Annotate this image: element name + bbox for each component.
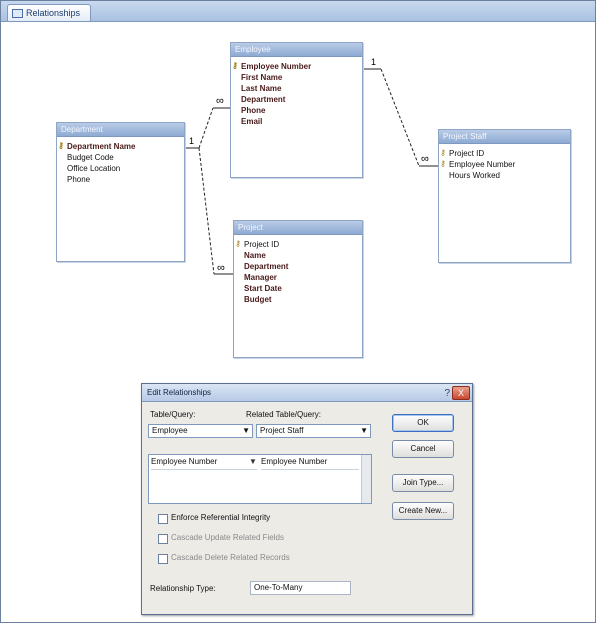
dialog-title-bar[interactable]: Edit Relationships ? X <box>142 384 472 402</box>
field-employee-number[interactable]: ⚷ Employee Number <box>232 61 358 72</box>
field-phone[interactable]: Phone <box>241 105 358 116</box>
checkbox-box <box>158 514 168 524</box>
field-first-name[interactable]: First Name <box>241 72 358 83</box>
field-list: ⚷ Department Name Budget Code Office Loca… <box>57 137 184 185</box>
tab-relationships[interactable]: Relationships <box>7 4 92 21</box>
field-phone[interactable]: Phone <box>67 174 180 185</box>
table-department[interactable]: Department ⚷ Department Name Budget Code … <box>56 122 185 262</box>
cancel-button[interactable]: Cancel <box>392 440 454 458</box>
field-last-name[interactable]: Last Name <box>241 83 358 94</box>
rel-many-marker: ∞ <box>421 153 429 165</box>
field-manager[interactable]: Manager <box>244 272 358 283</box>
field-hours-worked[interactable]: Hours Worked <box>449 170 566 181</box>
key-icon: ⚷ <box>232 61 238 70</box>
document-tab-bar: Relationships <box>1 1 595 22</box>
field-office-location[interactable]: Office Location <box>67 163 180 174</box>
table-title[interactable]: Project Staff <box>439 130 570 144</box>
edit-relationships-dialog: Edit Relationships ? X Table/Query: Rela… <box>141 383 473 615</box>
table-project-staff[interactable]: Project Staff ⚷ Project ID ⚷ Employee Numb… <box>438 129 571 263</box>
field-department-name[interactable]: ⚷ Department Name <box>58 141 180 152</box>
field-mapping-grid[interactable]: Employee Number ▼ Employee Number <box>148 454 372 504</box>
create-new-button[interactable]: Create New... <box>392 502 454 520</box>
table-query-select[interactable]: Employee ▼ <box>148 424 253 438</box>
chevron-down-icon: ▼ <box>242 426 250 435</box>
enforce-integrity-checkbox[interactable]: Enforce Referential Integrity <box>158 512 270 524</box>
chevron-down-icon[interactable]: ▼ <box>249 455 257 470</box>
field-project-id[interactable]: ⚷ Project ID <box>440 148 566 159</box>
tab-label: Relationships <box>26 8 81 18</box>
key-icon: ⚷ <box>235 239 241 248</box>
relationships-icon <box>12 9 23 18</box>
key-icon: ⚷ <box>440 159 446 168</box>
cascade-delete-checkbox[interactable]: Cascade Delete Related Records <box>158 552 290 564</box>
chevron-down-icon: ▼ <box>360 426 368 435</box>
key-icon: ⚷ <box>58 141 64 150</box>
cascade-update-checkbox[interactable]: Cascade Update Related Fields <box>158 532 284 544</box>
field-email[interactable]: Email <box>241 116 358 127</box>
table-query-label: Table/Query: <box>150 410 196 419</box>
field-employee-number[interactable]: ⚷ Employee Number <box>440 159 566 170</box>
related-table-query-label: Related Table/Query: <box>246 410 322 419</box>
help-icon[interactable]: ? <box>444 385 450 402</box>
field-start-date[interactable]: Start Date <box>244 283 358 294</box>
rel-one-marker: 1 <box>189 136 194 146</box>
table-employee[interactable]: Employee ⚷ Employee Number First Name Las… <box>230 42 363 178</box>
rel-many-marker: ∞ <box>216 95 224 107</box>
grid-scrollbar[interactable] <box>361 455 371 503</box>
grid-left-field[interactable]: Employee Number <box>151 455 251 470</box>
relationship-type-label: Relationship Type: <box>150 584 216 593</box>
checkbox-box <box>158 554 168 564</box>
field-list: ⚷ Employee Number First Name Last Name De… <box>231 57 362 127</box>
grid-right-field[interactable]: Employee Number <box>261 455 359 470</box>
rel-line-dept-emp-b <box>198 107 214 149</box>
close-button[interactable]: X <box>452 386 470 400</box>
dialog-title: Edit Relationships <box>147 388 212 397</box>
field-department[interactable]: Department <box>241 94 358 105</box>
field-list: ⚷ Project ID Name Department Manager Star… <box>234 235 362 305</box>
rel-line-dept-proj-a <box>198 147 215 275</box>
table-title[interactable]: Department <box>57 123 184 137</box>
field-name[interactable]: Name <box>244 250 358 261</box>
table-title[interactable]: Employee <box>231 43 362 57</box>
ok-button[interactable]: OK <box>392 414 454 432</box>
field-list: ⚷ Project ID ⚷ Employee Number Hours Worke… <box>439 144 570 181</box>
table-project[interactable]: Project ⚷ Project ID Name Department Mana… <box>233 220 363 358</box>
rel-one-marker: 1 <box>371 57 376 67</box>
relationships-window: Relationships 1 ∞ ∞ 1 ∞ Employee ⚷Emplo <box>0 0 596 623</box>
field-project-id[interactable]: ⚷ Project ID <box>235 239 358 250</box>
key-icon: ⚷ <box>440 148 446 157</box>
related-table-query-select[interactable]: Project Staff ▼ <box>256 424 371 438</box>
table-title[interactable]: Project <box>234 221 362 235</box>
rel-many-marker: ∞ <box>217 262 225 274</box>
checkbox-box <box>158 534 168 544</box>
relationship-type-value: One-To-Many <box>250 581 351 595</box>
join-type-button[interactable]: Join Type... <box>392 474 454 492</box>
field-budget[interactable]: Budget <box>244 294 358 305</box>
rel-line-emp-staff-b <box>380 68 420 167</box>
field-department[interactable]: Department <box>244 261 358 272</box>
field-budget-code[interactable]: Budget Code <box>67 152 180 163</box>
